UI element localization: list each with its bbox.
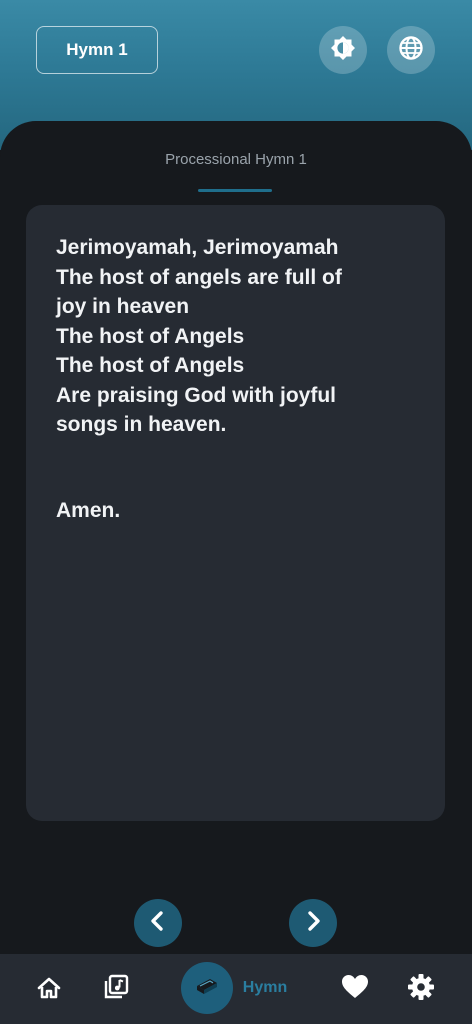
- chevron-left-icon: [147, 910, 169, 937]
- hymn-selector-button[interactable]: Hymn 1: [36, 26, 158, 74]
- chevron-right-icon: [302, 910, 324, 937]
- nav-settings[interactable]: [406, 973, 436, 1006]
- gear-icon: [407, 973, 435, 1006]
- app-screen: Hymn 1 Processional Hymn 1 Jerimoyamah, …: [0, 0, 472, 1024]
- hymn-title-tab[interactable]: Processional Hymn 1: [0, 151, 472, 168]
- language-button[interactable]: [387, 26, 435, 74]
- nav-hymn[interactable]: Hymn: [178, 961, 290, 1015]
- lyric-line: joy in heaven: [56, 295, 190, 318]
- next-hymn-button[interactable]: [289, 899, 337, 947]
- globe-icon: [398, 35, 424, 66]
- lyric-line: Jerimoyamah, Jerimoyamah: [56, 236, 339, 259]
- nav-hymn-label: Hymn: [242, 979, 288, 996]
- heart-icon: [341, 974, 369, 1005]
- bottom-navigation: Hymn: [0, 954, 472, 1024]
- lyric-line: The host of angels are full of: [56, 265, 342, 289]
- lyric-line: The host of Angels: [56, 324, 245, 348]
- lyrics-card: Jerimoyamah, Jerimoyamah The host of ang…: [26, 205, 445, 821]
- brightness-icon: [330, 35, 356, 66]
- music-library-icon: [102, 973, 130, 1006]
- verse-spacer: [56, 440, 415, 496]
- nav-home[interactable]: [34, 975, 64, 1005]
- nav-library[interactable]: [101, 974, 131, 1004]
- previous-hymn-button[interactable]: [134, 899, 182, 947]
- book-icon: [193, 972, 221, 1005]
- theme-toggle-button[interactable]: [319, 26, 367, 74]
- lyric-closing: Amen.: [56, 498, 121, 522]
- nav-favorites[interactable]: [340, 974, 370, 1004]
- hymn-nav-circle: [180, 962, 233, 1014]
- home-icon: [36, 975, 62, 1006]
- tab-indicator: [198, 189, 272, 192]
- lyric-line: The host of Angels: [56, 354, 245, 377]
- content-panel: Processional Hymn 1 Jerimoyamah, Jerimoy…: [0, 121, 472, 956]
- lyric-line: songs in heaven.: [56, 413, 227, 436]
- lyric-line: Are praising God with joyful: [56, 383, 337, 407]
